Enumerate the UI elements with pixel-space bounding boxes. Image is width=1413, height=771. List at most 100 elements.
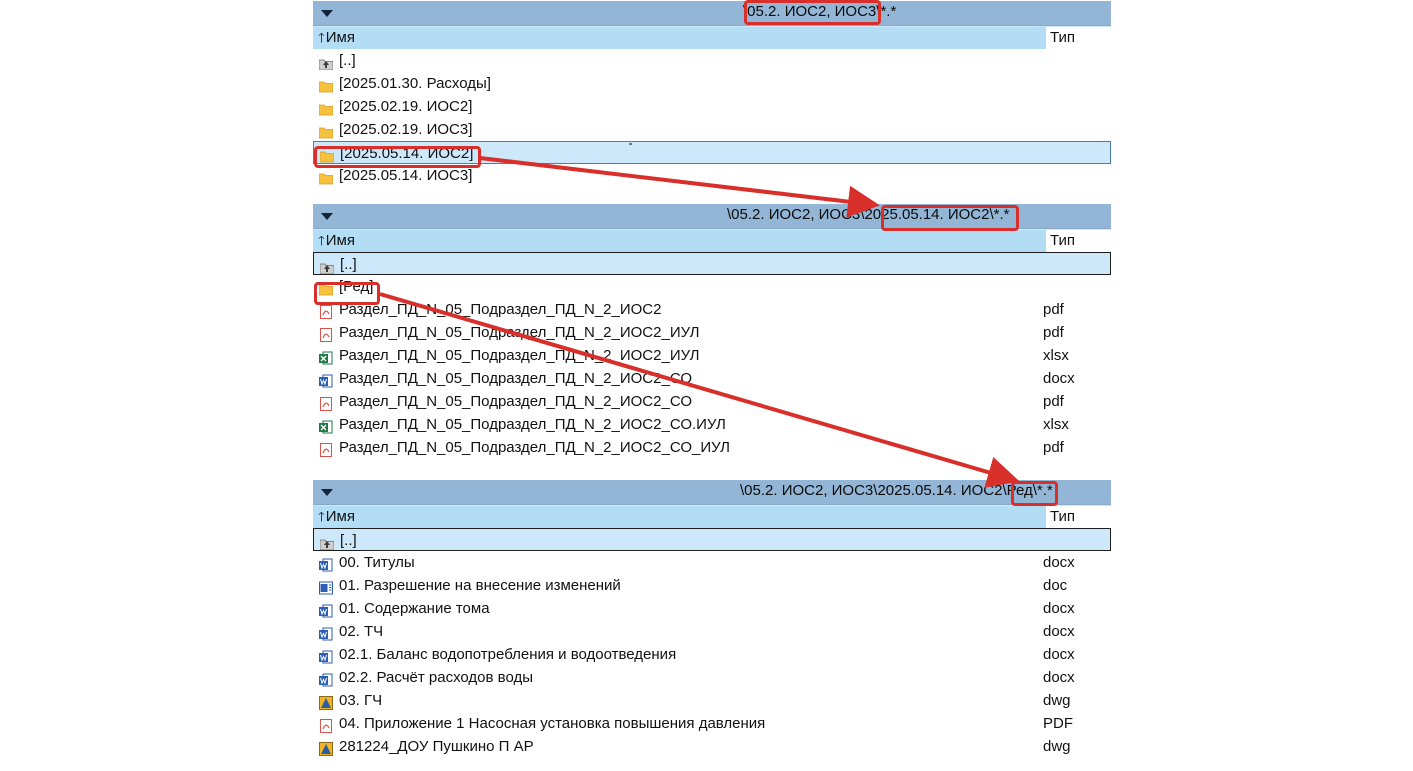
folder-row[interactable]: [2025.05.14. ИОС2] xyxy=(313,141,1111,164)
row-type: xlsx xyxy=(1043,347,1069,364)
up-folder-icon xyxy=(319,534,335,551)
word-doc-icon xyxy=(319,579,333,595)
file-row[interactable]: Раздел_ПД_N_05_Подраздел_ПД_N_2_ИОС2_СО_… xyxy=(313,436,1111,459)
file-row[interactable]: Раздел_ПД_N_05_Подраздел_ПД_N_2_ИОС2_ИУЛ… xyxy=(313,344,1111,367)
row-name: 02.1. Баланс водопотребления и водоотвед… xyxy=(339,646,677,663)
folder-row[interactable]: [2025.02.19. ИОС2] xyxy=(313,95,1111,118)
column-name-header[interactable]: 🡑Имя xyxy=(318,29,355,51)
folder-icon xyxy=(318,123,334,139)
row-name: 01. Разрешение на внесение изменений xyxy=(339,577,621,594)
folder-row[interactable]: [Ред] xyxy=(313,275,1111,298)
path-bar: \05.2. ИОС2, ИОС3\2025.05.14. ИОС2\*.* xyxy=(313,204,1111,229)
row-name: Раздел_ПД_N_05_Подраздел_ПД_N_2_ИОС2_ИУЛ xyxy=(339,347,700,364)
row-name: [2025.05.14. ИОС3] xyxy=(339,167,473,184)
column-type-header[interactable]: Тип xyxy=(1046,230,1115,252)
drive-dropdown-icon[interactable] xyxy=(321,213,333,220)
row-name: Раздел_ПД_N_05_Подраздел_ПД_N_2_ИОС2 xyxy=(339,301,662,318)
row-name: [..] xyxy=(340,532,357,549)
row-type: docx xyxy=(1043,370,1075,387)
column-name-header[interactable]: 🡑Имя xyxy=(318,508,355,530)
column-header: 🡑Имя Тип xyxy=(313,229,1115,254)
pdf-icon xyxy=(319,303,333,319)
column-type-header[interactable]: Тип xyxy=(1046,506,1115,528)
dwg-icon xyxy=(319,740,333,756)
row-type: docx xyxy=(1043,623,1075,640)
path-bar: \05.2. ИОС2, ИОС3\2025.05.14. ИОС2\Ред\*… xyxy=(313,480,1111,505)
row-type: docx xyxy=(1043,600,1075,617)
panel-top: \05.2. ИОС2, ИОС3\*.* 🡑Имя Тип [..] [2025… xyxy=(313,1,1115,187)
column-name-header[interactable]: 🡑Имя xyxy=(318,232,355,254)
file-row[interactable]: Раздел_ПД_N_05_Подраздел_ПД_N_2_ИОС2_ИУЛ… xyxy=(313,321,1111,344)
folder-icon xyxy=(318,77,334,93)
excel-icon xyxy=(319,349,333,365)
file-row[interactable]: 00. Титулы docx xyxy=(313,551,1111,574)
row-name: [2025.05.14. ИОС2] xyxy=(340,145,474,162)
word-icon xyxy=(319,625,333,641)
row-type: pdf xyxy=(1043,393,1064,410)
row-type: doc xyxy=(1043,577,1068,594)
folder-row[interactable]: [2025.02.19. ИОС3] xyxy=(313,118,1111,141)
row-name: Раздел_ПД_N_05_Подраздел_ПД_N_2_ИОС2_СО_… xyxy=(339,439,730,456)
row-type: xlsx xyxy=(1043,416,1069,433)
folder-row[interactable]: [..] xyxy=(313,528,1111,551)
dwg-icon xyxy=(319,694,333,710)
file-row[interactable]: 281224_ДОУ Пушкино П АР dwg xyxy=(313,735,1111,758)
file-list: [..] [Ред] Раздел_ПД_N_05_Подраздел_ПД_N_2… xyxy=(313,252,1111,459)
row-name: Раздел_ПД_N_05_Подраздел_ПД_N_2_ИОС2_СО xyxy=(339,393,692,410)
file-row[interactable]: 04. Приложение 1 Насосная установка повы… xyxy=(313,712,1111,735)
sort-asc-icon: 🡑 xyxy=(318,509,325,524)
row-name: Раздел_ПД_N_05_Подраздел_ПД_N_2_ИОС2_СО xyxy=(339,370,692,387)
file-list: [..] 00. Титулы docx 01. Разрешение на внес… xyxy=(313,528,1111,758)
row-name: Раздел_ПД_N_05_Подраздел_ПД_N_2_ИОС2_СО.… xyxy=(339,416,726,433)
current-path: \05.2. ИОС2, ИОС3\*.* xyxy=(743,3,897,20)
column-header: 🡑Имя Тип xyxy=(313,26,1115,51)
row-type: docx xyxy=(1043,554,1075,571)
file-row[interactable]: 01. Содержание тома docx xyxy=(313,597,1111,620)
file-row[interactable]: 02.1. Баланс водопотребления и водоотвед… xyxy=(313,643,1111,666)
file-row[interactable]: 02.2. Расчёт расходов воды docx xyxy=(313,666,1111,689)
row-type: pdf xyxy=(1043,301,1064,318)
word-icon xyxy=(319,671,333,687)
sort-asc-icon: 🡑 xyxy=(318,30,325,45)
folder-row[interactable]: [..] xyxy=(313,252,1111,275)
column-type-header[interactable]: Тип xyxy=(1046,27,1115,49)
word-icon xyxy=(319,556,333,572)
row-name: 02. ТЧ xyxy=(339,623,384,640)
folder-row[interactable]: [2025.05.14. ИОС3] xyxy=(313,164,1111,187)
drive-dropdown-icon[interactable] xyxy=(321,10,333,17)
row-name: [2025.02.19. ИОС3] xyxy=(339,121,473,138)
pdf-icon xyxy=(319,717,333,733)
file-row[interactable]: Раздел_ПД_N_05_Подраздел_ПД_N_2_ИОС2_СО p… xyxy=(313,390,1111,413)
file-row[interactable]: 03. ГЧ dwg xyxy=(313,689,1111,712)
file-list: [..] [2025.01.30. Расходы] [2025.02.19. ИО… xyxy=(313,49,1111,187)
folder-icon xyxy=(318,169,334,185)
file-row[interactable]: 02. ТЧ docx xyxy=(313,620,1111,643)
row-name: 02.2. Расчёт расходов воды xyxy=(339,669,534,686)
folder-row[interactable]: [..] xyxy=(313,49,1111,72)
current-path: \05.2. ИОС2, ИОС3\2025.05.14. ИОС2\Ред\*… xyxy=(740,482,1053,499)
row-name: Раздел_ПД_N_05_Подраздел_ПД_N_2_ИОС2_ИУЛ xyxy=(339,324,700,341)
row-type: pdf xyxy=(1043,439,1064,456)
file-row[interactable]: Раздел_ПД_N_05_Подраздел_ПД_N_2_ИОС2_СО.… xyxy=(313,413,1111,436)
row-type: pdf xyxy=(1043,324,1064,341)
stray-pixel xyxy=(629,143,632,145)
row-name: [..] xyxy=(339,52,356,69)
row-name: [..] xyxy=(340,256,357,273)
row-type: PDF xyxy=(1043,715,1073,732)
word-icon xyxy=(319,648,333,664)
row-type: dwg xyxy=(1043,738,1071,755)
panel-middle: \05.2. ИОС2, ИОС3\2025.05.14. ИОС2\*.* 🡑… xyxy=(313,204,1115,459)
file-row[interactable]: 01. Разрешение на внесение изменений doc xyxy=(313,574,1111,597)
row-type: docx xyxy=(1043,669,1075,686)
folder-icon xyxy=(318,280,334,296)
folder-icon xyxy=(319,147,335,163)
panel-bottom: \05.2. ИОС2, ИОС3\2025.05.14. ИОС2\Ред\*… xyxy=(313,480,1115,758)
folder-icon xyxy=(318,100,334,116)
file-row[interactable]: Раздел_ПД_N_05_Подраздел_ПД_N_2_ИОС2_СО d… xyxy=(313,367,1111,390)
row-type: docx xyxy=(1043,646,1075,663)
folder-row[interactable]: [2025.01.30. Расходы] xyxy=(313,72,1111,95)
drive-dropdown-icon[interactable] xyxy=(321,489,333,496)
pdf-icon xyxy=(319,441,333,457)
row-name: 01. Содержание тома xyxy=(339,600,490,617)
file-row[interactable]: Раздел_ПД_N_05_Подраздел_ПД_N_2_ИОС2 pdf xyxy=(313,298,1111,321)
